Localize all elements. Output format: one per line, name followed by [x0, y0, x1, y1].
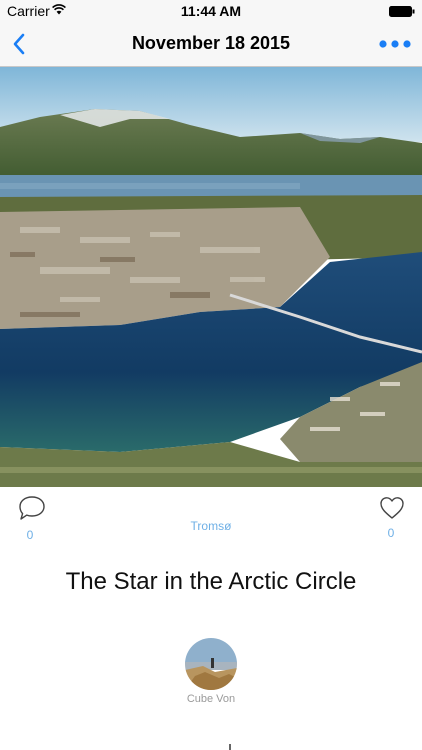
more-options-button[interactable]	[378, 32, 412, 56]
ellipsis-icon	[379, 40, 411, 48]
status-bar: Carrier 11:44 AM	[0, 0, 422, 22]
like-count: 0	[387, 526, 395, 540]
author-avatar[interactable]	[185, 638, 237, 690]
post-photo	[0, 67, 422, 487]
avatar-image	[185, 638, 237, 690]
heart-icon	[380, 497, 404, 519]
speech-bubble-icon	[19, 496, 45, 520]
author-name[interactable]: Cube Von	[0, 693, 422, 705]
status-time: 11:44 AM	[180, 3, 242, 19]
back-button[interactable]	[6, 30, 36, 58]
scroll-indicator	[229, 744, 231, 750]
battery-icon	[389, 6, 415, 17]
comment-button[interactable]	[17, 494, 47, 522]
navigation-bar: November 18 2015	[0, 22, 422, 67]
like-button[interactable]	[378, 494, 406, 522]
page-title: November 18 2015	[131, 33, 291, 53]
chevron-left-icon	[13, 33, 25, 55]
post-title: The Star in the Arctic Circle	[65, 568, 357, 595]
location-label[interactable]: Tromsø	[0, 519, 422, 533]
